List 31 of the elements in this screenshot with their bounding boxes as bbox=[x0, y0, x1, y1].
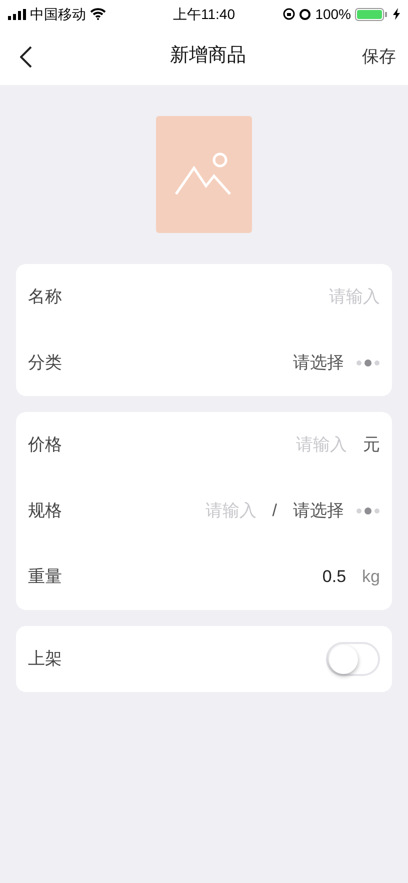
page-title: 新增商品 bbox=[169, 44, 247, 68]
separator: / bbox=[272, 500, 277, 522]
battery-icon bbox=[355, 8, 390, 20]
more-icon bbox=[356, 359, 380, 367]
field-label: 名称 bbox=[28, 286, 62, 308]
charging-icon bbox=[393, 8, 400, 20]
field-label: 上架 bbox=[28, 648, 62, 670]
field-label: 分类 bbox=[28, 352, 62, 374]
back-icon bbox=[20, 46, 32, 68]
input-field[interactable]: 请输入 bbox=[300, 284, 380, 310]
unit-label: 元 bbox=[363, 434, 380, 456]
wifi-icon bbox=[90, 8, 106, 20]
field-label: 规格 bbox=[28, 500, 62, 522]
input-field[interactable]: 请输入 bbox=[186, 498, 256, 524]
carrier-name: 中国移动 bbox=[30, 4, 86, 24]
status-time: 上午11:40 bbox=[172, 4, 236, 24]
battery-percent: 100% bbox=[315, 4, 352, 24]
rotation-lock-icon bbox=[283, 8, 296, 20]
unit-label: kg bbox=[362, 566, 380, 588]
field-label: 重量 bbox=[28, 566, 62, 588]
signal-icon bbox=[8, 8, 26, 20]
image-upload-button[interactable] bbox=[156, 116, 252, 233]
select-control[interactable]: 请选择 bbox=[293, 498, 380, 524]
toggle-switch[interactable] bbox=[326, 642, 380, 676]
field-label: 价格 bbox=[28, 434, 62, 456]
select-control[interactable]: 请选择 bbox=[293, 350, 380, 376]
input-value[interactable]: 0.5 bbox=[322, 564, 346, 590]
input-field[interactable]: 请输入 bbox=[267, 432, 347, 458]
more-icon bbox=[356, 507, 380, 515]
save-button[interactable]: 保存 bbox=[356, 44, 396, 70]
alarm-icon bbox=[299, 8, 312, 20]
